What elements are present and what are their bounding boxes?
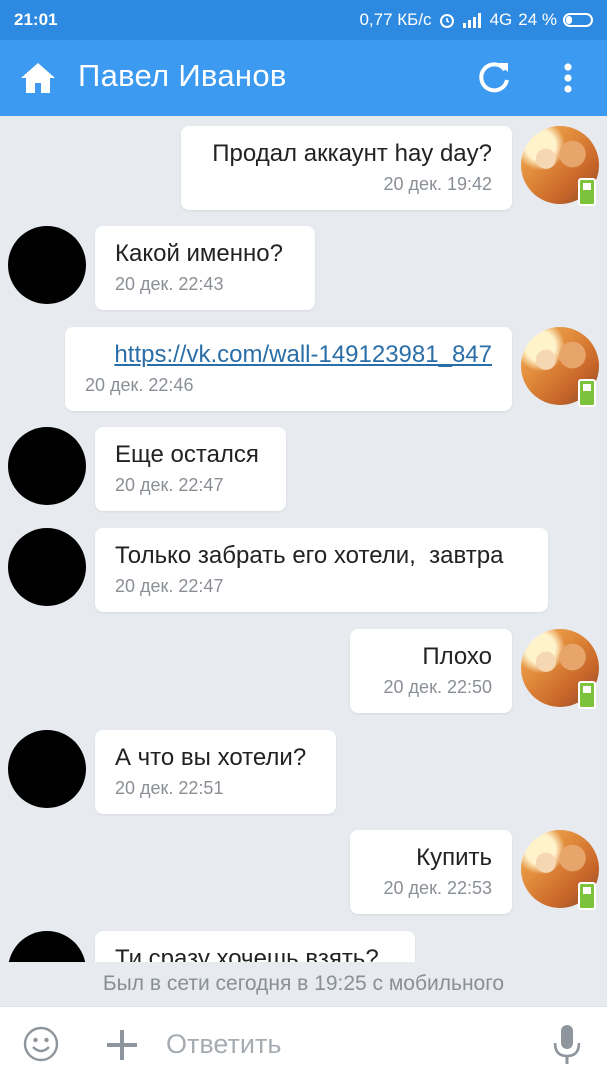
mobile-badge-icon — [578, 379, 596, 407]
message-date: 20 дек. 22:47 — [115, 475, 224, 495]
message-text: Еще остался — [115, 441, 259, 468]
plus-icon[interactable] — [104, 1027, 140, 1063]
message-date: 20 дек. 22:43 — [115, 274, 224, 294]
message-bubble[interactable]: https://vk.com/wall-149123981_847 20 дек… — [65, 327, 512, 411]
message-bubble[interactable]: Плохо 20 дек. 22:50 — [350, 629, 512, 713]
mobile-badge-icon — [578, 882, 596, 910]
message-date: 20 дек. 22:47 — [115, 576, 224, 596]
message-incoming: Ти сразу хочешь взять? — [0, 921, 607, 962]
message-text: Только забрать его хотели, завтра — [115, 542, 504, 569]
last-seen-status: Был в сети сегодня в 19:25 с мобильного — [0, 962, 607, 1006]
reply-input[interactable]: Ответить — [166, 1025, 526, 1063]
avatar[interactable] — [8, 730, 86, 808]
avatar[interactable] — [8, 427, 86, 505]
avatar[interactable] — [8, 528, 86, 606]
message-outgoing: Купить 20 дек. 22:53 — [0, 820, 607, 914]
battery-text: 24 % — [518, 10, 557, 29]
status-right: 0,77 КБ/с 4G 24 % — [359, 10, 593, 30]
message-date: 20 дек. 22:51 — [115, 778, 224, 798]
message-text: Какой именно? — [115, 240, 283, 267]
more-vert-icon[interactable] — [552, 58, 584, 98]
message-text: Продал аккаунт hay day? — [212, 140, 492, 167]
message-text: Ти сразу хочешь взять? — [115, 945, 379, 962]
message-date: 20 дек. 22:50 — [383, 677, 492, 697]
message-bubble[interactable]: Только забрать его хотели, завтра 20 дек… — [95, 528, 548, 612]
message-bubble[interactable]: А что вы хотели? 20 дек. 22:51 — [95, 730, 336, 814]
message-incoming: Только забрать его хотели, завтра 20 дек… — [0, 518, 607, 612]
status-time: 21:01 — [14, 10, 58, 29]
message-text: Плохо — [422, 643, 492, 670]
avatar[interactable] — [8, 226, 86, 304]
home-icon[interactable] — [18, 58, 58, 98]
message-text: А что вы хотели? — [115, 744, 307, 771]
message-incoming: Какой именно? 20 дек. 22:43 — [0, 216, 607, 310]
refresh-icon[interactable] — [474, 58, 514, 98]
alarm-icon — [439, 14, 454, 28]
message-text: Купить — [416, 844, 492, 871]
message-incoming: А что вы хотели? 20 дек. 22:51 — [0, 720, 607, 814]
page-title: Павел Иванов — [78, 58, 287, 93]
message-bubble[interactable]: Продал аккаунт hay day? 20 дек. 19:42 — [181, 126, 512, 210]
message-bubble[interactable]: Какой именно? 20 дек. 22:43 — [95, 226, 315, 310]
message-link[interactable]: https://vk.com/wall-149123981_847 — [114, 341, 492, 368]
message-bubble[interactable]: Ти сразу хочешь взять? — [95, 931, 415, 962]
mobile-badge-icon — [578, 178, 596, 206]
signal-icon — [462, 13, 481, 28]
network-type: 4G — [489, 10, 513, 29]
emoji-icon[interactable] — [22, 1025, 60, 1063]
message-bubble[interactable]: Еще остался 20 дек. 22:47 — [95, 427, 286, 511]
network-speed: 0,77 КБ/с — [359, 10, 432, 29]
avatar[interactable] — [8, 931, 86, 962]
message-outgoing: Продал аккаунт hay day? 20 дек. 19:42 — [0, 116, 607, 210]
message-list[interactable]: Продал аккаунт hay day? 20 дек. 19:42 Ка… — [0, 116, 607, 962]
message-outgoing: https://vk.com/wall-149123981_847 20 дек… — [0, 317, 607, 411]
battery-icon — [563, 13, 593, 27]
message-outgoing: Плохо 20 дек. 22:50 — [0, 619, 607, 713]
status-bar: 21:01 0,77 КБ/с 4G 24 % — [0, 0, 607, 40]
message-date: 20 дек. 22:53 — [383, 878, 492, 898]
message-date: 20 дек. 19:42 — [383, 174, 492, 194]
message-incoming: Еще остался 20 дек. 22:47 — [0, 417, 607, 511]
mic-icon[interactable] — [550, 1023, 584, 1067]
app-header: Павел Иванов — [0, 40, 607, 116]
message-date: 20 дек. 22:46 — [85, 375, 194, 395]
mobile-badge-icon — [578, 681, 596, 709]
message-bubble[interactable]: Купить 20 дек. 22:53 — [350, 830, 512, 914]
compose-bar: Ответить — [0, 1006, 607, 1081]
